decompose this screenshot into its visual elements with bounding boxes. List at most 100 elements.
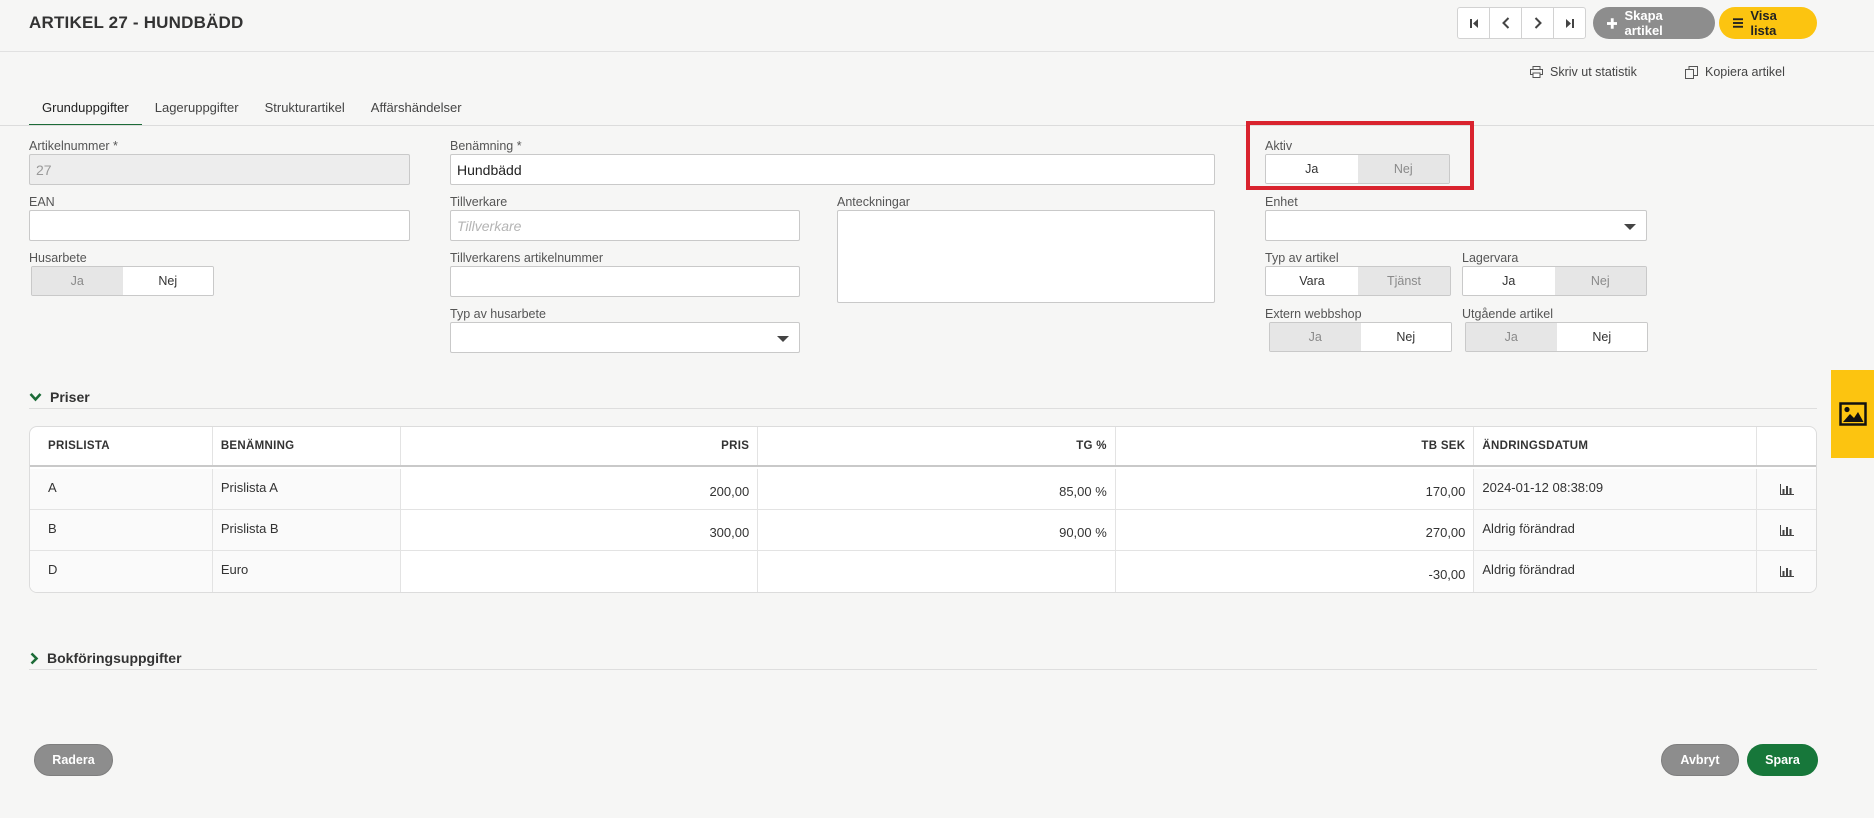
- bokforing-section-title: Bokföringsuppgifter: [47, 650, 182, 666]
- benamning-field[interactable]: Hundbädd: [450, 154, 1215, 185]
- cell-pris[interactable]: 300,00: [401, 510, 759, 550]
- show-list-button[interactable]: Visa lista: [1719, 7, 1817, 39]
- utgaende-yes-option[interactable]: Ja: [1466, 323, 1557, 351]
- bar-chart-icon[interactable]: [1779, 483, 1794, 495]
- tillverkare-label: Tillverkare: [450, 195, 508, 209]
- prev-button[interactable]: [1489, 7, 1522, 39]
- utgaende-no-option[interactable]: Nej: [1556, 323, 1647, 351]
- artikelnummer-label: Artikelnummer *: [29, 139, 118, 153]
- copy-article-label: Kopiera artikel: [1705, 65, 1785, 79]
- extern-webbshop-toggle: Ja Nej: [1269, 322, 1452, 352]
- cell-stats[interactable]: [1757, 551, 1816, 592]
- lagervara-yes-option[interactable]: Ja: [1463, 267, 1555, 295]
- tabs-divider: [0, 125, 1874, 126]
- create-article-button[interactable]: Skapa artikel: [1593, 7, 1715, 39]
- ean-label: EAN: [29, 195, 55, 209]
- typ-av-husarbete-select[interactable]: [450, 322, 800, 353]
- plus-icon: [1607, 17, 1618, 29]
- utgaende-artikel-label: Utgående artikel: [1462, 307, 1554, 321]
- col-prislista[interactable]: PRISLISTA: [30, 427, 213, 465]
- priser-section-header[interactable]: Priser: [29, 389, 90, 405]
- col-tg[interactable]: TG %: [758, 427, 1116, 465]
- anteckningar-field[interactable]: [837, 210, 1215, 303]
- print-statistics-link[interactable]: Skriv ut statistik: [1530, 65, 1637, 79]
- copy-article-link[interactable]: Kopiera artikel: [1685, 65, 1785, 79]
- tillverkarens-artikelnummer-label: Tillverkarens artikelnummer: [450, 251, 604, 265]
- cancel-button[interactable]: Avbryt: [1661, 744, 1739, 776]
- cell-tb[interactable]: 170,00: [1116, 469, 1475, 509]
- last-page-button[interactable]: [1553, 7, 1586, 39]
- col-actions: [1757, 427, 1816, 465]
- enhet-label: Enhet: [1265, 195, 1298, 209]
- chevron-right-icon: [30, 652, 39, 664]
- priser-section-title: Priser: [50, 389, 90, 405]
- bokforing-divider: [29, 669, 1817, 670]
- priser-divider: [29, 408, 1817, 409]
- enhet-select[interactable]: [1265, 210, 1647, 241]
- cell-prislista: A: [30, 469, 213, 509]
- husarbete-toggle: Ja Nej: [31, 266, 214, 296]
- tab-bar: Grunduppgifter Lageruppgifter Strukturar…: [29, 92, 475, 126]
- col-pris[interactable]: PRIS: [401, 427, 759, 465]
- highlight-box: [1246, 121, 1474, 190]
- table-row[interactable]: B Prislista B 300,00 90,00 % 270,00 Aldr…: [30, 510, 1816, 551]
- col-andringsdatum[interactable]: ÄNDRINGSDATUM: [1474, 427, 1758, 465]
- cell-tg[interactable]: 85,00 %: [758, 469, 1116, 509]
- create-article-label: Skapa artikel: [1624, 8, 1663, 38]
- print-statistics-label: Skriv ut statistik: [1550, 65, 1637, 79]
- cell-stats[interactable]: [1757, 469, 1816, 509]
- husarbete-no-option[interactable]: Nej: [122, 267, 213, 295]
- first-page-icon: [1469, 18, 1478, 28]
- table-row[interactable]: D Euro -30,00 Aldrig förändrad: [30, 551, 1816, 592]
- cell-prislista: D: [30, 551, 213, 592]
- tab-affarshandelser[interactable]: Affärshändelser: [358, 92, 475, 126]
- cell-tg[interactable]: 90,00 %: [758, 510, 1116, 550]
- benamning-label: Benämning *: [450, 139, 522, 153]
- utgaende-artikel-toggle: Ja Nej: [1465, 322, 1648, 352]
- lagervara-toggle: Ja Nej: [1462, 266, 1647, 296]
- lagervara-label: Lagervara: [1462, 251, 1519, 265]
- first-page-button[interactable]: [1457, 7, 1490, 39]
- save-button[interactable]: Spara: [1747, 744, 1818, 776]
- typ-tjanst-option[interactable]: Tjänst: [1358, 267, 1450, 295]
- prev-icon: [1501, 17, 1509, 29]
- tillverkare-field[interactable]: Tillverkare: [450, 210, 800, 241]
- bar-chart-icon[interactable]: [1779, 566, 1794, 577]
- husarbete-yes-option[interactable]: Ja: [32, 267, 123, 295]
- tillverkare-placeholder: Tillverkare: [457, 218, 522, 234]
- webbshop-no-option[interactable]: Nej: [1360, 323, 1451, 351]
- next-button[interactable]: [1521, 7, 1554, 39]
- lagervara-no-option[interactable]: Nej: [1554, 267, 1646, 295]
- list-icon: [1733, 18, 1744, 28]
- bokforing-section-header[interactable]: Bokföringsuppgifter: [29, 650, 182, 666]
- webbshop-yes-option[interactable]: Ja: [1270, 323, 1361, 351]
- last-page-icon: [1565, 18, 1574, 28]
- cell-tb[interactable]: 270,00: [1116, 510, 1475, 550]
- image-side-tab[interactable]: [1831, 370, 1874, 458]
- tillverkarens-artikelnummer-field[interactable]: [450, 266, 800, 297]
- cell-tg[interactable]: [758, 551, 1116, 592]
- bar-chart-icon[interactable]: [1779, 524, 1794, 536]
- typ-av-artikel-label: Typ av artikel: [1265, 251, 1339, 265]
- tab-strukturartikel[interactable]: Strukturartikel: [252, 92, 358, 126]
- cell-tb[interactable]: -30,00: [1116, 551, 1475, 592]
- table-row[interactable]: A Prislista A 200,00 85,00 % 170,00 2024…: [30, 469, 1816, 510]
- tab-grunduppgifter[interactable]: Grunduppgifter: [29, 92, 142, 126]
- prices-table: PRISLISTA BENÄMNING PRIS TG % TB SEK ÄND…: [29, 426, 1817, 593]
- chevron-down-icon: [29, 393, 42, 402]
- artikelnummer-field[interactable]: 27: [29, 154, 410, 185]
- typ-av-artikel-toggle: Vara Tjänst: [1265, 266, 1451, 296]
- cell-pris[interactable]: 200,00: [401, 469, 759, 509]
- anteckningar-label: Anteckningar: [837, 195, 910, 209]
- next-icon: [1534, 17, 1542, 29]
- cell-benamning: Prislista A: [212, 469, 401, 509]
- cell-stats[interactable]: [1757, 510, 1816, 550]
- ean-field[interactable]: [29, 210, 410, 241]
- chevron-down-icon: [1624, 224, 1636, 230]
- tab-lageruppgifter[interactable]: Lageruppgifter: [142, 92, 252, 126]
- col-tb[interactable]: TB SEK: [1116, 427, 1475, 465]
- delete-button[interactable]: Radera: [34, 744, 113, 776]
- typ-vara-option[interactable]: Vara: [1266, 267, 1358, 295]
- col-benamning[interactable]: BENÄMNING: [213, 427, 401, 465]
- cell-pris[interactable]: [401, 551, 759, 592]
